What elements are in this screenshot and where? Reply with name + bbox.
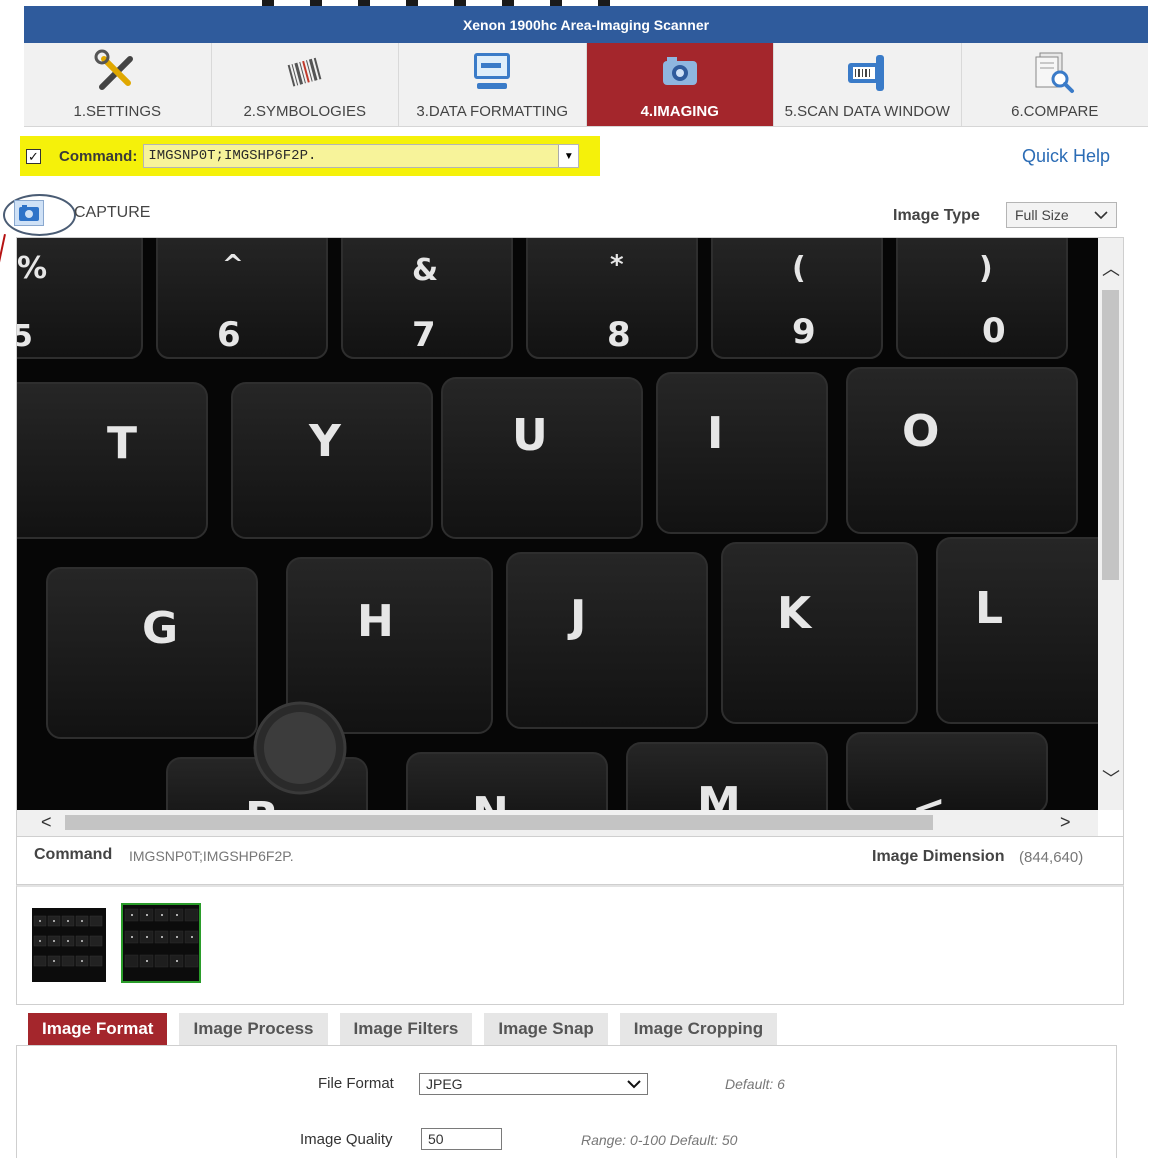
image-thumbnail-selected[interactable] xyxy=(121,903,201,983)
monitor-icon xyxy=(474,53,511,89)
camera-icon xyxy=(662,57,697,85)
file-format-value: JPEG xyxy=(426,1076,463,1092)
key-label: ( xyxy=(792,251,806,286)
image-type-select[interactable]: Full Size xyxy=(1006,202,1117,228)
command-checkbox[interactable]: ✓ xyxy=(26,148,41,164)
key-label: < xyxy=(912,787,946,810)
image-quality-hint: Range: 0-100 Default: 50 xyxy=(581,1132,738,1148)
dropdown-arrow-icon[interactable]: ▼ xyxy=(558,145,579,167)
scroll-up-icon[interactable]: ︿ xyxy=(1102,260,1120,278)
command-row: ✓ Command: IMGSNP0T;IMGSHP6F2P. ▼ xyxy=(20,136,600,176)
key-label: B xyxy=(245,793,279,810)
tools-icon xyxy=(94,49,134,90)
tab-label: 1.SETTINGS xyxy=(73,103,162,120)
tab-image-format[interactable]: Image Format xyxy=(28,1013,168,1045)
tab-label: 2.SYMBOLOGIES xyxy=(243,103,367,120)
key-label: 8 xyxy=(607,315,631,355)
info-command-label: Command xyxy=(34,846,113,863)
tab-label: 5.SCAN DATA WINDOW xyxy=(784,103,950,120)
image-quality-value: 50 xyxy=(428,1131,444,1147)
tab-compare[interactable]: 6.COMPARE xyxy=(962,43,1149,126)
image-dimension-value: (844,640) xyxy=(1019,849,1084,866)
tab-data-formatting[interactable]: 3.DATA FORMATTING xyxy=(399,43,587,126)
key-label: 5 xyxy=(17,319,33,354)
vertical-scroll-thumb[interactable] xyxy=(1102,290,1119,580)
thumbnail-keyboard xyxy=(32,908,106,982)
key-label: ^ xyxy=(222,250,244,280)
key-label: I xyxy=(707,408,723,459)
key-label: T xyxy=(107,418,137,469)
tab-image-snap[interactable]: Image Snap xyxy=(484,1013,608,1045)
capture-button[interactable] xyxy=(14,200,44,226)
annotation-line xyxy=(0,234,6,362)
chevron-down-icon xyxy=(627,1080,641,1089)
key-label: 0 xyxy=(982,311,1006,351)
key-label: O xyxy=(902,406,939,457)
image-format-panel xyxy=(16,1045,1117,1158)
key-label: N xyxy=(472,788,509,810)
tab-settings[interactable]: 1.SETTINGS xyxy=(24,43,212,126)
image-type-value: Full Size xyxy=(1015,207,1069,223)
tab-image-process[interactable]: Image Process xyxy=(179,1013,328,1045)
image-type-label: Image Type xyxy=(893,207,980,224)
window-title: Xenon 1900hc Area-Imaging Scanner xyxy=(462,16,710,33)
image-info-row: Command IMGSNP0T;IMGSHP6F2P. Image Dimen… xyxy=(16,837,1124,885)
key-label: Y xyxy=(308,416,342,467)
tab-imaging[interactable]: 4.IMAGING xyxy=(586,43,774,126)
horizontal-scrollbar[interactable]: < > xyxy=(17,810,1098,836)
key-label: 6 xyxy=(217,315,241,355)
key-label: J xyxy=(567,591,586,642)
file-format-label: File Format xyxy=(318,1075,394,1092)
key-label: % xyxy=(17,251,47,286)
key-label: 9 xyxy=(792,312,816,352)
image-quality-label: Image Quality xyxy=(300,1131,393,1148)
info-command-value: IMGSNP0T;IMGSHP6F2P. xyxy=(129,848,294,864)
command-label: Command: xyxy=(59,147,138,165)
key-label: M xyxy=(697,778,741,810)
image-quality-input[interactable]: 50 xyxy=(421,1128,502,1150)
tab-symbologies[interactable]: 2.SYMBOLOGIES xyxy=(212,43,399,126)
vertical-scrollbar[interactable]: ︿ ﹀ xyxy=(1098,238,1123,810)
file-format-hint: Default: 6 xyxy=(725,1076,785,1092)
image-settings-tabs: Image Format Image Process Image Filters… xyxy=(28,1013,789,1045)
scanner-icon xyxy=(848,55,885,91)
key-label: U xyxy=(512,410,548,461)
tab-image-filters[interactable]: Image Filters xyxy=(339,1013,473,1045)
tab-label: 3.DATA FORMATTING xyxy=(416,103,569,120)
file-format-select[interactable]: JPEG xyxy=(419,1073,648,1095)
key-label: H xyxy=(357,596,394,647)
document-search-icon xyxy=(1035,52,1074,93)
image-thumbnails xyxy=(16,885,1124,1005)
quick-help-link[interactable]: Quick Help xyxy=(1022,146,1110,167)
main-nav-tabs: 1.SETTINGS 2.SYMBOLOGIES 3.DATA FORMATTI… xyxy=(24,43,1148,127)
key-label: 7 xyxy=(412,315,436,355)
thumbnail-keyboard xyxy=(123,905,199,981)
scroll-right-icon[interactable]: > xyxy=(1060,813,1071,831)
key-label: ) xyxy=(979,251,993,286)
scroll-down-icon[interactable]: ﹀ xyxy=(1102,770,1120,788)
image-thumbnail[interactable] xyxy=(32,908,106,982)
command-select[interactable]: IMGSNP0T;IMGSHP6F2P. ▼ xyxy=(143,144,580,168)
key-label: G xyxy=(142,603,178,654)
tab-label: 4.IMAGING xyxy=(640,103,719,120)
tab-image-cropping[interactable]: Image Cropping xyxy=(619,1013,778,1045)
camera-icon xyxy=(19,205,39,221)
image-dimension-label: Image Dimension xyxy=(872,848,1005,865)
horizontal-scroll-thumb[interactable] xyxy=(65,815,933,830)
window-title-bar: Xenon 1900hc Area-Imaging Scanner xyxy=(24,6,1148,43)
capture-label: CAPTURE xyxy=(74,204,151,221)
keyboard-photo: % ^ & * ( ) 5 6 7 8 9 0 T Y U I O G H J … xyxy=(17,238,1098,810)
barcode-icon xyxy=(287,57,322,87)
tab-scan-data-window[interactable]: 5.SCAN DATA WINDOW xyxy=(774,43,962,126)
key-label: K xyxy=(777,588,813,639)
chevron-down-icon xyxy=(1094,211,1108,220)
command-select-value: IMGSNP0T;IMGSHP6F2P. xyxy=(148,148,317,164)
scroll-left-icon[interactable]: < xyxy=(41,813,52,831)
key-label: * xyxy=(610,250,624,280)
key-label: & xyxy=(412,253,438,288)
captured-image: % ^ & * ( ) 5 6 7 8 9 0 T Y U I O G H J … xyxy=(17,238,1098,810)
key-label: L xyxy=(975,583,1003,634)
tab-label: 6.COMPARE xyxy=(1011,103,1099,120)
